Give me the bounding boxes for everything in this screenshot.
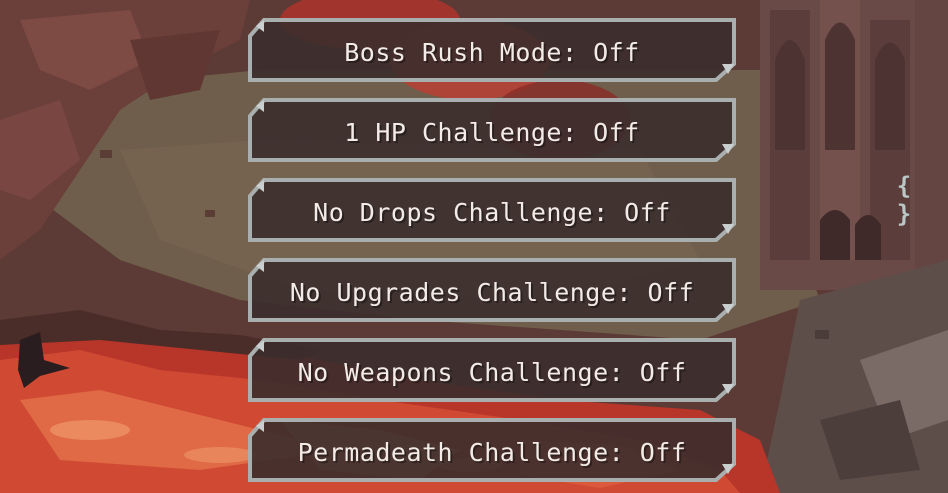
no-weapons-challenge-label: No Weapons Challenge: Off <box>297 358 687 387</box>
challenge-menu: Boss Rush Mode: Off 1 HP Challenge: Off … <box>0 0 948 493</box>
no-drops-challenge-label: No Drops Challenge: Off <box>313 198 671 227</box>
one-hp-challenge-button[interactable]: 1 HP Challenge: Off <box>246 98 738 162</box>
no-upgrades-challenge-button[interactable]: No Upgrades Challenge: Off <box>246 258 738 322</box>
permadeath-challenge-button[interactable]: Permadeath Challenge: Off <box>246 418 738 482</box>
no-weapons-challenge-button[interactable]: No Weapons Challenge: Off <box>246 338 738 402</box>
one-hp-challenge-label: 1 HP Challenge: Off <box>344 118 640 147</box>
no-upgrades-challenge-label: No Upgrades Challenge: Off <box>289 278 695 307</box>
permadeath-challenge-label: Permadeath Challenge: Off <box>297 438 687 467</box>
boss-rush-mode-button[interactable]: Boss Rush Mode: Off <box>246 18 738 82</box>
boss-rush-mode-label: Boss Rush Mode: Off <box>344 38 640 67</box>
no-drops-challenge-button[interactable]: No Drops Challenge: Off <box>246 178 738 242</box>
brackets-icon: { } <box>896 172 912 228</box>
